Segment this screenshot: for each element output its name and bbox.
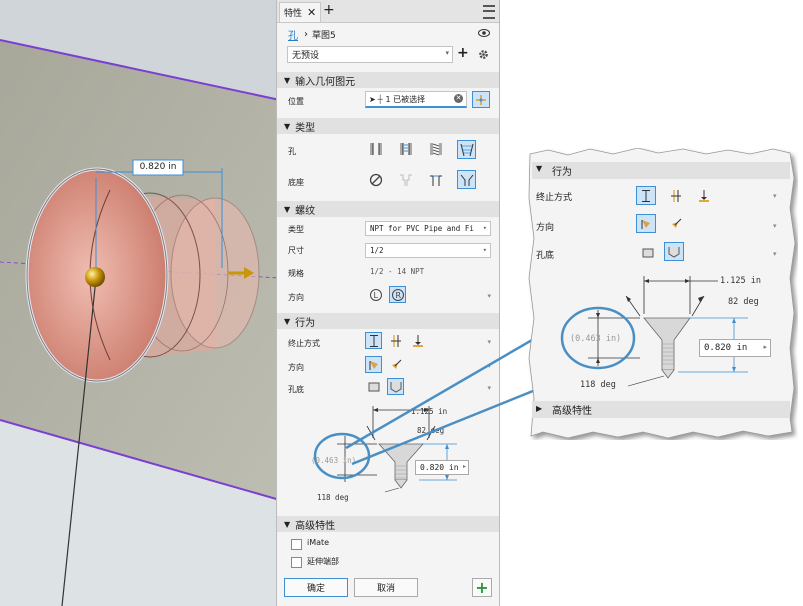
- callout-dim-countersink-angle[interactable]: 82 deg: [728, 297, 759, 307]
- direction-default-icon: [641, 219, 650, 229]
- expand-icon: ▶: [536, 404, 543, 413]
- callout-dim-top-diameter[interactable]: 1.125 in: [720, 276, 761, 286]
- callout-flat-bottom-button[interactable]: [638, 244, 658, 261]
- chevron-down-icon[interactable]: ▾: [773, 250, 777, 258]
- callout-bottom-label: 孔底: [536, 251, 555, 261]
- callout-to-button[interactable]: [694, 186, 714, 205]
- flat-bottom-icon: [642, 248, 654, 257]
- callout-direction-flip-button[interactable]: [666, 214, 686, 233]
- callout-dim-thread-depth[interactable]: (0.463 in): [570, 334, 621, 344]
- callout-distance-button[interactable]: [636, 186, 656, 205]
- zoomed-callout: ▼ 行为 终止方式 ▾ 方向 ▾ 孔底 ▾ 1.125 in 82 deg (0…: [528, 148, 798, 440]
- distance-icon: [642, 189, 650, 202]
- callout-section-title: 行为: [552, 167, 572, 178]
- collapse-icon: ▼: [536, 164, 543, 173]
- callout-advanced-title: 高级特性: [552, 406, 592, 417]
- expand-arrow-icon[interactable]: ▸: [763, 343, 767, 351]
- to-face-icon: [699, 189, 709, 202]
- callout-direction-label: 方向: [536, 223, 555, 233]
- angle-bottom-icon: [668, 246, 680, 258]
- callout-angle-bottom-button[interactable]: [664, 242, 684, 261]
- callout-hole-length-input[interactable]: 0.820 in ▸: [699, 339, 771, 357]
- chevron-down-icon[interactable]: ▾: [773, 222, 777, 230]
- callout-through-button[interactable]: [666, 186, 686, 205]
- direction-flip-icon: [672, 218, 682, 228]
- callout-direction-default-button[interactable]: [636, 214, 656, 233]
- callout-dim-tip-angle[interactable]: 118 deg: [580, 380, 616, 390]
- callout-hole-length-value: 0.820 in: [704, 343, 748, 353]
- through-all-icon: [671, 189, 681, 202]
- callout-termination-label: 终止方式: [536, 193, 573, 203]
- chevron-down-icon[interactable]: ▾: [773, 192, 777, 200]
